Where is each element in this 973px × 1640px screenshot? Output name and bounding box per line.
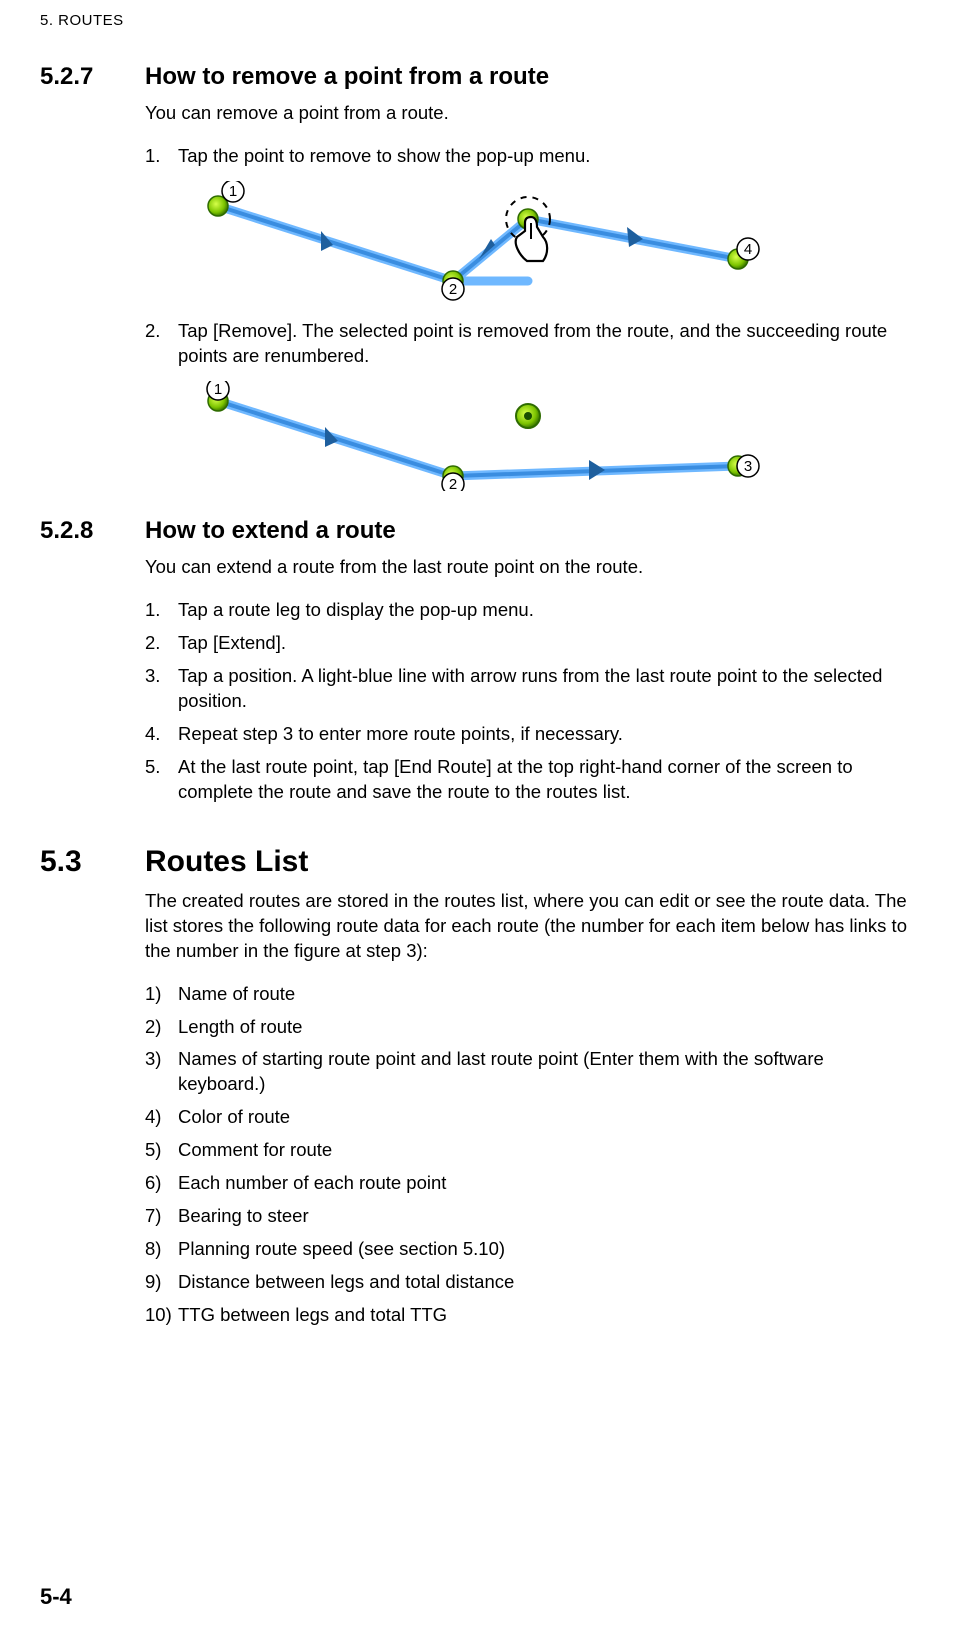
- list-item: 1.Tap a route leg to display the pop-up …: [145, 598, 913, 623]
- steps-527a: 1. Tap the point to remove to show the p…: [145, 144, 913, 169]
- figure-route-before: 1 2 4: [173, 181, 913, 301]
- step-text: Tap [Remove]. The selected point is remo…: [178, 319, 913, 369]
- step-number: 2.: [145, 319, 178, 369]
- list-item: 3)Names of starting route point and last…: [145, 1047, 913, 1097]
- figure-label: 1: [229, 183, 237, 200]
- item-text: Each number of each route point: [178, 1171, 446, 1196]
- heading-title: How to remove a point from a route: [145, 63, 549, 91]
- step-text: At the last route point, tap [End Route]…: [178, 755, 913, 805]
- heading-528: 5.2.8 How to extend a route: [40, 517, 913, 545]
- section-527-body: You can remove a point from a route. 1. …: [145, 101, 913, 491]
- item-number: 8): [145, 1237, 178, 1262]
- list-item: 6)Each number of each route point: [145, 1171, 913, 1196]
- item-text: Comment for route: [178, 1138, 332, 1163]
- list-item: 7)Bearing to steer: [145, 1204, 913, 1229]
- running-head: 5. ROUTES: [40, 12, 913, 29]
- page-number: 5-4: [40, 1584, 72, 1610]
- step-number: 1.: [145, 144, 178, 169]
- list-item: 2. Tap [Remove]. The selected point is r…: [145, 319, 913, 369]
- section-intro: You can remove a point from a route.: [145, 101, 913, 126]
- list-item: 1. Tap the point to remove to show the p…: [145, 144, 913, 169]
- steps-527b: 2. Tap [Remove]. The selected point is r…: [145, 319, 913, 369]
- step-number: 5.: [145, 755, 178, 805]
- list-item: 5)Comment for route: [145, 1138, 913, 1163]
- step-number: 1.: [145, 598, 178, 623]
- item-number: 6): [145, 1171, 178, 1196]
- step-number: 2.: [145, 631, 178, 656]
- heading-number: 5.2.8: [40, 517, 145, 545]
- item-number: 3): [145, 1047, 178, 1097]
- step-text: Repeat step 3 to enter more route points…: [178, 722, 623, 747]
- page: 5. ROUTES 5.2.7 How to remove a point fr…: [0, 0, 973, 1640]
- list-item: 2.Tap [Extend].: [145, 631, 913, 656]
- list-item: 9)Distance between legs and total distan…: [145, 1270, 913, 1295]
- item-text: Distance between legs and total distance: [178, 1270, 514, 1295]
- item-number: 9): [145, 1270, 178, 1295]
- item-number: 7): [145, 1204, 178, 1229]
- section-intro: The created routes are stored in the rou…: [145, 889, 913, 964]
- figure-label: 3: [744, 458, 752, 475]
- step-text: Tap [Extend].: [178, 631, 286, 656]
- list-item: 10)TTG between legs and total TTG: [145, 1303, 913, 1328]
- item-text: Name of route: [178, 982, 295, 1007]
- list-item: 3.Tap a position. A light-blue line with…: [145, 664, 913, 714]
- step-number: 3.: [145, 664, 178, 714]
- item-number: 5): [145, 1138, 178, 1163]
- item-number: 10): [145, 1303, 178, 1328]
- list-item: 4.Repeat step 3 to enter more route poin…: [145, 722, 913, 747]
- step-text: Tap the point to remove to show the pop-…: [178, 144, 590, 169]
- item-text: Bearing to steer: [178, 1204, 309, 1229]
- list-item: 8)Planning route speed (see section 5.10…: [145, 1237, 913, 1262]
- step-text: Tap a position. A light-blue line with a…: [178, 664, 913, 714]
- section-53-body: The created routes are stored in the rou…: [145, 889, 913, 1329]
- step-text: Tap a route leg to display the pop-up me…: [178, 598, 534, 623]
- route-diagram-icon: 1 2 3: [173, 381, 783, 491]
- item-number: 1): [145, 982, 178, 1007]
- heading-53: 5.3 Routes List: [40, 845, 913, 879]
- item-text: Planning route speed (see section 5.10): [178, 1237, 505, 1262]
- item-text: Names of starting route point and last r…: [178, 1047, 913, 1097]
- list-item: 4)Color of route: [145, 1105, 913, 1130]
- heading-number: 5.3: [40, 845, 145, 879]
- list-item: 5.At the last route point, tap [End Rout…: [145, 755, 913, 805]
- heading-527: 5.2.7 How to remove a point from a route: [40, 63, 913, 91]
- heading-title: How to extend a route: [145, 517, 396, 545]
- figure-label: 4: [744, 241, 752, 258]
- route-diagram-icon: 1 2 4: [173, 181, 783, 301]
- item-text: TTG between legs and total TTG: [178, 1303, 447, 1328]
- figure-label: 2: [449, 281, 457, 298]
- figure-route-after: 1 2 3: [173, 381, 913, 491]
- item-text: Length of route: [178, 1015, 302, 1040]
- list-item: 2)Length of route: [145, 1015, 913, 1040]
- figure-label: 2: [449, 476, 457, 491]
- step-number: 4.: [145, 722, 178, 747]
- item-number: 4): [145, 1105, 178, 1130]
- figure-label: 1: [214, 381, 222, 398]
- heading-title: Routes List: [145, 845, 308, 879]
- list-item: 1)Name of route: [145, 982, 913, 1007]
- section-528-body: You can extend a route from the last rou…: [145, 555, 913, 805]
- section-intro: You can extend a route from the last rou…: [145, 555, 913, 580]
- item-text: Color of route: [178, 1105, 290, 1130]
- item-number: 2): [145, 1015, 178, 1040]
- items-53: 1)Name of route 2)Length of route 3)Name…: [145, 982, 913, 1329]
- heading-number: 5.2.7: [40, 63, 145, 91]
- steps-528: 1.Tap a route leg to display the pop-up …: [145, 598, 913, 805]
